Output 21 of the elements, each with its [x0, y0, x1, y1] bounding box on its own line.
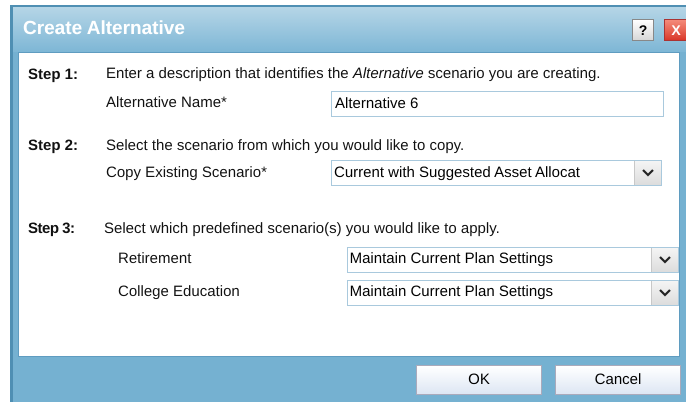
step-label: Step 1: [28, 65, 80, 85]
chevron-down-icon [642, 169, 654, 177]
input-field[interactable]: Alternative 6 [331, 90, 664, 116]
instruction-text: Select which predefined scenario(s) you would like to apply. [104, 219, 500, 239]
chevron-down-icon [659, 288, 671, 296]
instruction-text: Enter a description that identifies the Alternative scenario you are creating. [106, 64, 602, 84]
instruction-text: Select the scenario from which you would like to copy. [106, 136, 464, 156]
help-button[interactable]: ? [632, 18, 654, 40]
field-label: Alternative Name* [106, 93, 228, 114]
step-label: Step 2: [28, 136, 80, 156]
window-title: Create Alternative [23, 17, 186, 42]
dialog-button[interactable]: Cancel [555, 365, 681, 395]
dropdown[interactable]: Maintain Current Plan Settings [346, 280, 679, 306]
chevron-down-icon [659, 256, 671, 264]
field-label: Copy Existing Scenario* [106, 162, 268, 183]
field-label: College Education [118, 282, 241, 302]
dropdown[interactable]: Maintain Current Plan Settings [346, 246, 679, 272]
dropdown[interactable]: Current with Suggested Asset Allocat [331, 160, 662, 186]
step-label: Step 3: [28, 219, 76, 239]
field-label: Retirement [118, 249, 192, 270]
dialog-button[interactable]: OK [416, 365, 542, 395]
